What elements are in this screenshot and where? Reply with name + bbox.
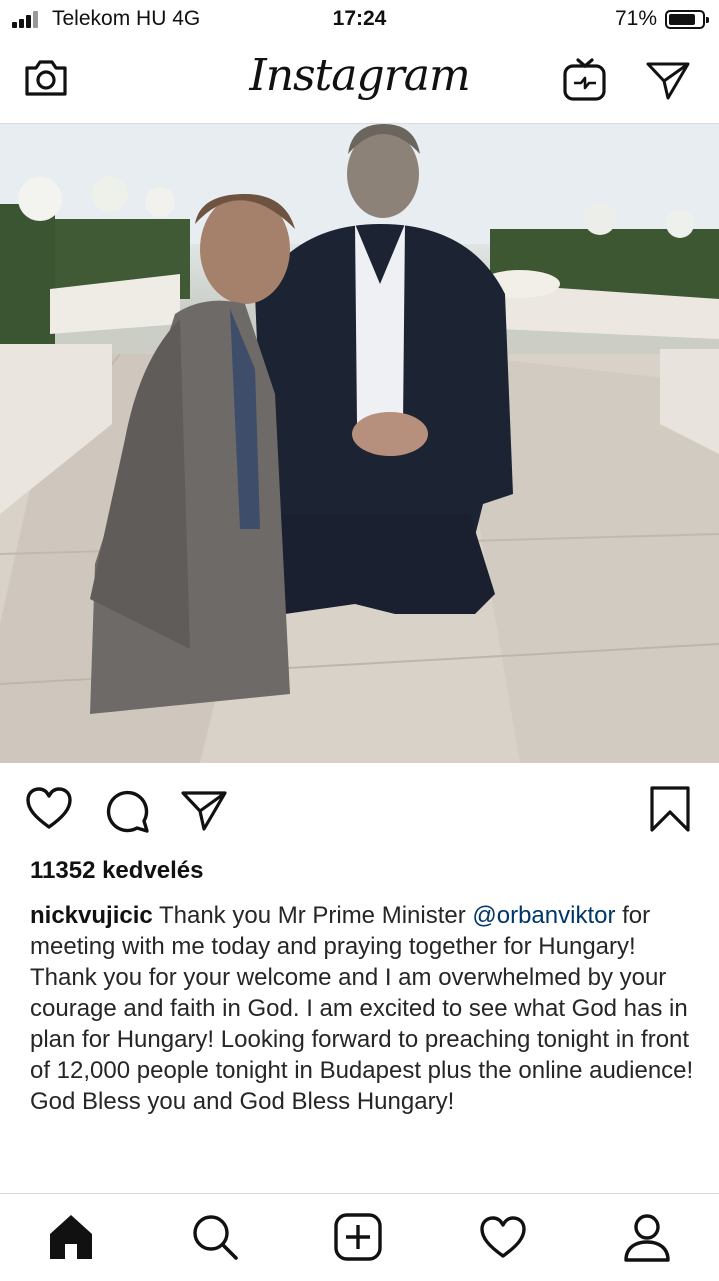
search-icon[interactable] [190,1212,240,1262]
post-caption: nickvujicic Thank you Mr Prime Minister … [30,900,700,1117]
status-time: 17:24 [332,7,387,30]
home-icon[interactable] [46,1212,96,1262]
like-count[interactable]: 11352 kedvelés [30,857,204,885]
share-icon[interactable] [180,789,228,831]
comment-icon[interactable] [103,787,151,835]
post-image [0,124,719,763]
app-header: Instagram [0,38,719,124]
post-photo[interactable] [0,124,719,763]
post-actions [0,785,719,835]
bookmark-icon[interactable] [648,785,692,833]
new-post-icon[interactable] [333,1212,383,1262]
profile-icon[interactable] [622,1212,672,1264]
direct-message-icon[interactable] [645,60,691,100]
caption-text-before: Thank you Mr Prime Minister [152,902,473,929]
battery-percentage: 71% [614,7,657,30]
status-bar: Telekom HU 4G 17:24 71% [0,0,719,38]
caption-username[interactable]: nickvujicic [30,902,153,929]
bottom-tab-bar [0,1193,719,1281]
caption-mention[interactable]: @orbanviktor [472,902,615,929]
igtv-icon[interactable] [562,58,608,102]
battery-icon [665,10,709,29]
instagram-logo: Instagram [249,50,470,101]
activity-icon[interactable] [478,1212,528,1262]
caption-text-after: for meeting with me today and praying to… [30,902,694,1115]
like-icon[interactable] [25,787,73,831]
